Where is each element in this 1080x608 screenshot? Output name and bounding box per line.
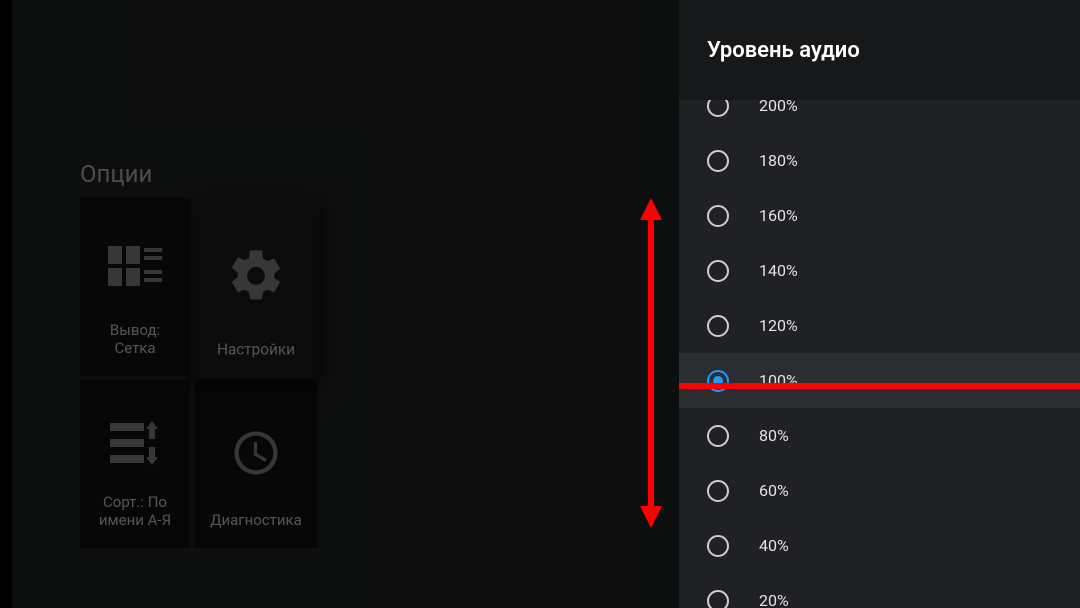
- radio-label: 20%: [759, 591, 789, 608]
- audio-level-option[interactable]: 60%: [679, 463, 1080, 518]
- tile-label: Вывод: Сетка: [110, 321, 160, 359]
- radio-icon: [707, 100, 729, 117]
- left-edge-bar: [0, 0, 12, 608]
- tile-sort[interactable]: Сорт.: По имени А-Я: [80, 380, 190, 548]
- audio-level-option[interactable]: 20%: [679, 573, 1080, 608]
- tile-label: Сорт.: По имени А-Я: [99, 493, 171, 531]
- radio-icon: [707, 315, 729, 337]
- radio-icon: [707, 590, 729, 608]
- audio-level-option[interactable]: 160%: [679, 188, 1080, 243]
- options-tiles: Вывод: Сетка Настройки Сорт.: По имени А-Я…: [80, 198, 318, 548]
- radio-icon: [707, 480, 729, 502]
- gear-icon: [199, 211, 313, 341]
- audio-level-option[interactable]: 120%: [679, 298, 1080, 353]
- options-area: Опции Вывод: Сетка Настройки Сорт.: По име…: [12, 0, 679, 608]
- audio-level-option[interactable]: 40%: [679, 518, 1080, 573]
- radio-icon: [707, 150, 729, 172]
- audio-level-option[interactable]: 80%: [679, 408, 1080, 463]
- radio-label: 180%: [759, 151, 798, 170]
- radio-label: 200%: [759, 100, 798, 115]
- audio-level-panel: Уровень аудио 200% 180% 160% 140% 120% 100% 80…: [679, 0, 1080, 608]
- clock-icon: [200, 394, 312, 511]
- tile-grid[interactable]: Вывод: Сетка: [80, 198, 190, 376]
- radio-icon: [707, 425, 729, 447]
- section-title: Опции: [80, 160, 152, 188]
- radio-label: 120%: [759, 316, 798, 335]
- root: Опции Вывод: Сетка Настройки Сорт.: По име…: [0, 0, 1080, 608]
- radio-label: 40%: [759, 536, 789, 555]
- sort-icon: [86, 394, 184, 493]
- audio-level-list-inner: 200% 180% 160% 140% 120% 100% 80% 60% 40% 20%: [679, 100, 1080, 608]
- radio-label: 80%: [759, 426, 789, 445]
- panel-title: Уровень аудио: [679, 0, 1080, 100]
- audio-level-list[interactable]: 200% 180% 160% 140% 120% 100% 80% 60% 40% 20%: [679, 100, 1080, 608]
- radio-icon: [707, 535, 729, 557]
- radio-icon: [707, 370, 729, 392]
- radio-label: 140%: [759, 261, 798, 280]
- grid-icon: [86, 212, 184, 321]
- radio-icon: [707, 260, 729, 282]
- radio-label: 100%: [759, 371, 798, 390]
- audio-level-option[interactable]: 100%: [679, 353, 1080, 408]
- tile-clock[interactable]: Диагностика: [194, 380, 318, 548]
- radio-label: 60%: [759, 481, 789, 500]
- radio-icon: [707, 205, 729, 227]
- radio-label: 160%: [759, 206, 798, 225]
- tile-label: Диагностика: [210, 511, 302, 530]
- tile-label: Настройки: [217, 340, 295, 359]
- audio-level-option[interactable]: 200%: [679, 100, 1080, 133]
- tile-gear[interactable]: Настройки: [193, 196, 319, 378]
- audio-level-option[interactable]: 140%: [679, 243, 1080, 298]
- audio-level-option[interactable]: 180%: [679, 133, 1080, 188]
